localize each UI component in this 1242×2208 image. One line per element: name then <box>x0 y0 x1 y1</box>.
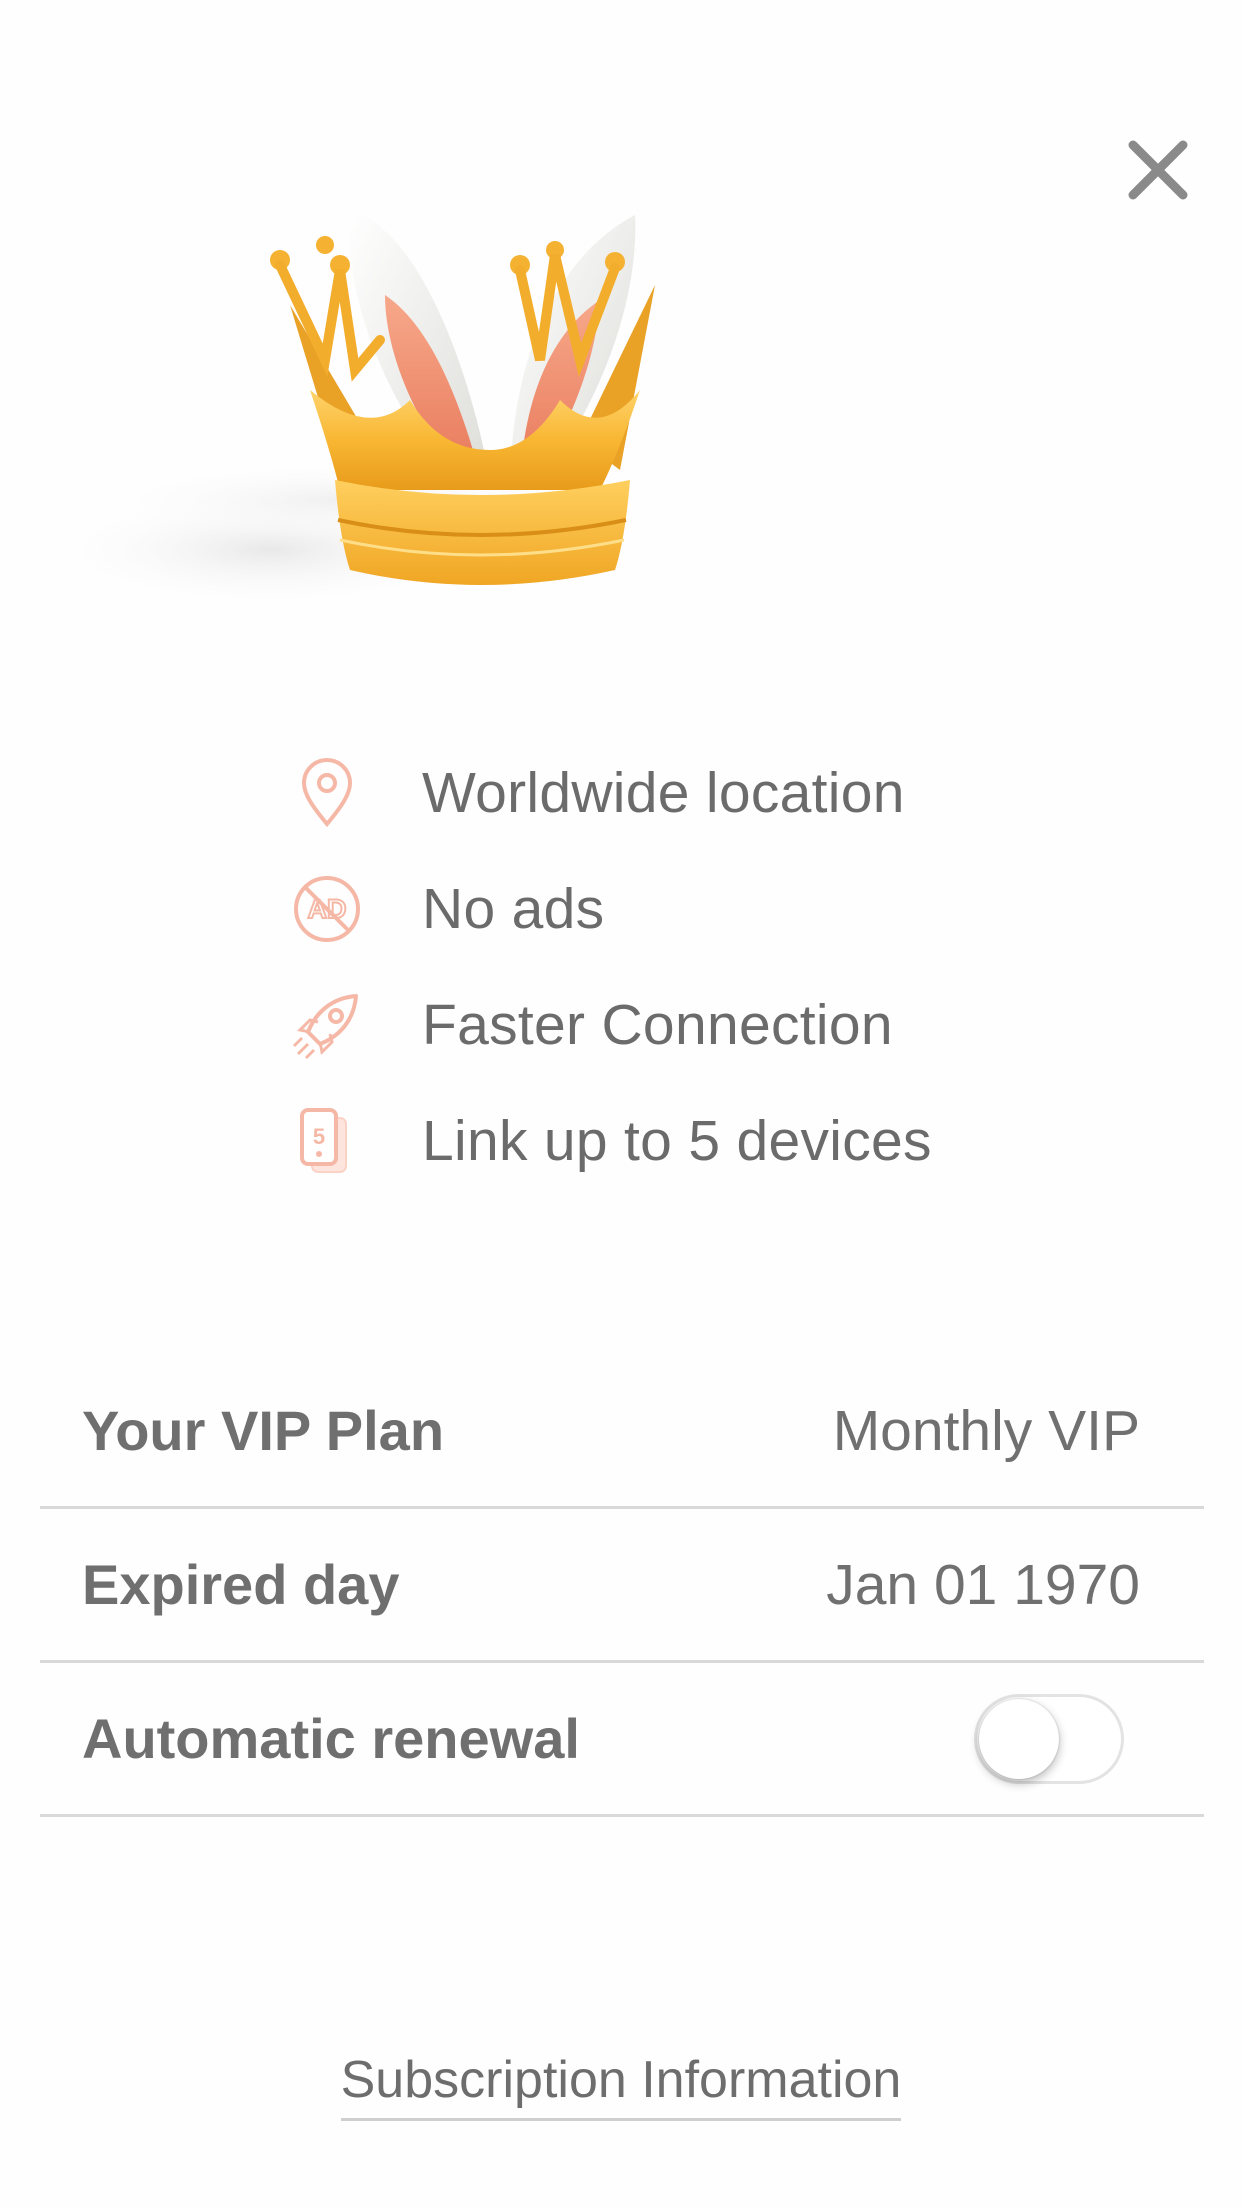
rocket-icon <box>290 988 364 1062</box>
feature-item: Faster Connection <box>290 967 1050 1083</box>
location-pin-icon <box>290 756 364 830</box>
crown-illustration <box>40 190 900 660</box>
feature-label: Link up to 5 devices <box>422 1109 932 1173</box>
toggle-knob <box>979 1698 1059 1779</box>
plan-row: Your VIP Plan Monthly VIP <box>40 1355 1204 1509</box>
plan-value: Monthly VIP <box>832 1398 1140 1463</box>
feature-item: Worldwide location <box>290 735 1050 851</box>
feature-item: 5 Link up to 5 devices <box>290 1083 1050 1199</box>
renewal-label: Automatic renewal <box>82 1707 580 1770</box>
feature-item: AD No ads <box>290 851 1050 967</box>
renewal-row: Automatic renewal <box>40 1663 1204 1817</box>
plan-label: Your VIP Plan <box>82 1399 445 1462</box>
no-ads-icon: AD <box>290 872 364 946</box>
subscription-info-link[interactable]: Subscription Information <box>340 2050 902 2121</box>
feature-label: No ads <box>422 877 605 941</box>
devices-icon: 5 <box>290 1104 364 1178</box>
close-button[interactable] <box>1118 130 1198 210</box>
close-icon <box>1128 140 1188 200</box>
plan-details: Your VIP Plan Monthly VIP Expired day Ja… <box>40 1355 1204 1817</box>
feature-list: Worldwide location AD No ads <box>290 735 1050 1199</box>
vip-page: Worldwide location AD No ads <box>0 0 1242 2208</box>
expiry-row: Expired day Jan 01 1970 <box>40 1509 1204 1663</box>
svg-text:5: 5 <box>313 1124 325 1149</box>
expiry-value: Jan 01 1970 <box>826 1552 1140 1617</box>
subscription-info-container: Subscription Information <box>0 2050 1242 2121</box>
auto-renewal-toggle[interactable] <box>974 1693 1124 1784</box>
expiry-label: Expired day <box>82 1553 400 1616</box>
feature-label: Worldwide location <box>422 761 905 825</box>
feature-label: Faster Connection <box>422 993 893 1057</box>
